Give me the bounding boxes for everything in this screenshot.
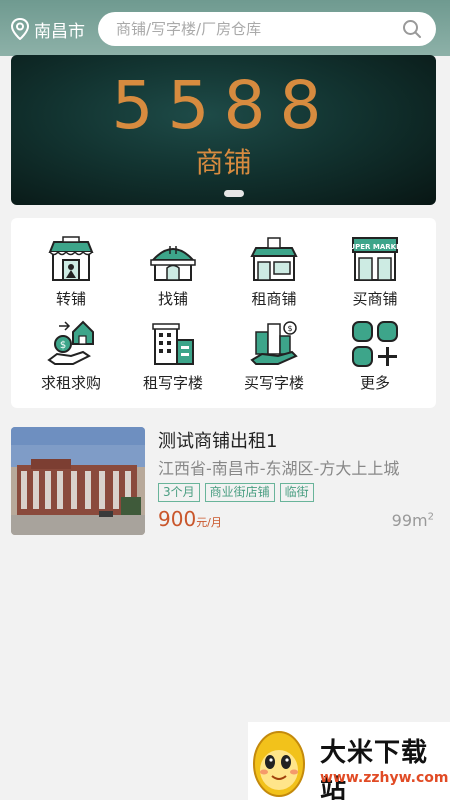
category-maishangpu[interactable]: SUPER MARKET 买商铺 xyxy=(325,234,425,309)
category-grid: 转铺 找铺 租商铺 SUPER MARKET 买商铺 xyxy=(11,218,436,408)
category-zhaopu[interactable]: 找铺 xyxy=(123,234,223,309)
category-label: 买写字楼 xyxy=(243,374,304,392)
category-zuxiezilou[interactable]: 租写字楼 xyxy=(123,318,223,393)
category-maixiezilou[interactable]: $ 买写字楼 xyxy=(224,318,324,393)
category-label: 租商铺 xyxy=(251,290,297,308)
shop-transfer-icon xyxy=(48,236,94,281)
category-zhuanpu[interactable]: 转铺 xyxy=(21,234,121,309)
listing-tag: 3个月 xyxy=(158,483,200,502)
carousel-indicator[interactable] xyxy=(224,190,244,197)
house-money-hand-icon: $ xyxy=(47,320,94,365)
top-bar: 南昌市 xyxy=(0,0,450,56)
price-unit: 元/月 xyxy=(196,516,222,529)
city-selector[interactable]: 南昌市 xyxy=(10,16,85,42)
listing-title[interactable]: 测试商铺出租1 xyxy=(158,427,277,453)
listing-thumbnail[interactable] xyxy=(11,427,145,535)
watermark-url: www.zzhyw.com xyxy=(320,770,449,786)
listing-area: 99m2 xyxy=(392,511,434,530)
building-photo-image xyxy=(11,427,145,535)
banner-number: 5588 xyxy=(111,67,336,144)
listing-address: 江西省-南昌市-东湖区-方大上上城 xyxy=(158,459,400,478)
category-label: 租写字楼 xyxy=(142,374,203,392)
search-input[interactable] xyxy=(116,20,386,38)
office-building-icon xyxy=(152,323,194,365)
banner-subtitle: 商铺 xyxy=(195,146,252,179)
category-label: 更多 xyxy=(359,374,390,392)
search-icon[interactable] xyxy=(402,19,422,39)
category-label: 转铺 xyxy=(55,290,86,308)
area-value: 99m xyxy=(391,511,428,530)
category-qiuzuqiugou[interactable]: $ 求租求购 xyxy=(21,318,121,393)
category-more[interactable]: 更多 xyxy=(325,318,425,393)
svg-text:$: $ xyxy=(60,340,66,351)
price-value: 900 xyxy=(158,507,197,531)
promo-banner[interactable]: 5588 商铺 xyxy=(11,55,436,205)
coffee-shop-icon xyxy=(250,237,298,281)
category-zushangpu[interactable]: 租商铺 xyxy=(224,234,324,309)
listing-tag: 商业街店铺 xyxy=(204,483,275,502)
city-label: 南昌市 xyxy=(34,21,85,42)
more-grid-icon xyxy=(352,321,398,367)
supermarket-icon: SUPER MARKET xyxy=(349,237,401,281)
category-label: 找铺 xyxy=(157,290,188,308)
egg-mascot-logo xyxy=(253,731,305,797)
listing-tags: 3个月 商业街店铺 临街 xyxy=(158,483,314,502)
search-bar[interactable] xyxy=(98,12,436,46)
area-superscript: 2 xyxy=(427,511,434,523)
location-pin-icon xyxy=(10,18,30,40)
listing-tag: 临街 xyxy=(279,483,314,502)
svg-text:$: $ xyxy=(287,324,292,333)
watermark-name: 大米下载站 xyxy=(320,738,429,800)
category-label: 求租求购 xyxy=(40,374,101,392)
listing-card[interactable]: 测试商铺出租1 江西省-南昌市-东湖区-方大上上城 3个月 商业街店铺 临街 9… xyxy=(11,425,436,537)
supermarket-sign-text: SUPER MARKET xyxy=(349,243,401,251)
listing-price: 900元/月 xyxy=(158,507,222,531)
watermark: 大米下载站 www.zzhyw.com xyxy=(248,722,450,800)
buildings-money-hand-icon: $ xyxy=(250,321,298,365)
restaurant-shop-icon xyxy=(150,246,196,281)
category-label: 买商铺 xyxy=(352,290,398,308)
